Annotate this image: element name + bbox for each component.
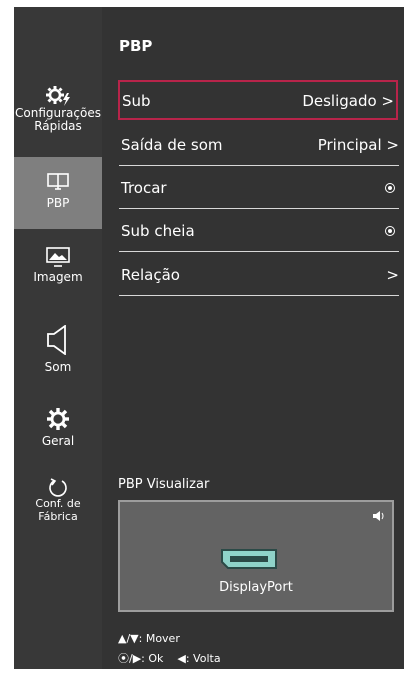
picture-icon (46, 247, 70, 267)
select-dot-icon (385, 226, 395, 236)
menu-row-label: Relação (121, 266, 180, 284)
page-title: PBP (119, 37, 153, 55)
menu-row-label: Saída de som (121, 136, 223, 154)
displayport-icon (221, 549, 277, 569)
menu-row-label: Sub cheia (121, 222, 195, 240)
legend-ok-back: ⦿/▶: Ok ◀: Volta (118, 652, 221, 665)
menu-row-ratio[interactable]: Relação > (119, 256, 399, 296)
menu-row-swap[interactable]: Trocar (119, 169, 399, 209)
sidebar-item-factory-reset[interactable]: Conf. de Fábrica (14, 477, 102, 527)
select-dot-icon (385, 183, 395, 193)
menu-row-sub[interactable]: Sub Desligado > (118, 80, 398, 120)
sidebar-item-sound[interactable]: Som (14, 325, 102, 385)
key-legend: ▲/▼: Mover ⦿/▶: Ok ◀: Volta (118, 629, 221, 669)
sidebar: Configurações Rápidas PBP Imagem Som Ger… (14, 7, 102, 669)
sidebar-item-label: Imagem (33, 270, 83, 284)
preview-label: PBP Visualizar (118, 477, 210, 492)
pbp-screen-icon (47, 173, 69, 190)
menu-row-value: > (386, 266, 399, 284)
sidebar-item-label: PBP (46, 196, 70, 210)
sidebar-item-quick-settings[interactable]: Configurações Rápidas (14, 85, 102, 157)
menu-row-label: Trocar (121, 179, 167, 197)
sidebar-item-label: Conf. de Fábrica (35, 497, 81, 523)
sidebar-item-picture[interactable]: Imagem (14, 247, 102, 307)
pbp-preview: DisplayPort (118, 500, 394, 612)
sidebar-item-label-line2: Rápidas (34, 119, 82, 133)
sidebar-item-label: Geral (41, 434, 75, 448)
legend-move: ▲/▼: Mover (118, 632, 180, 645)
menu-row-label: Sub (122, 92, 151, 110)
menu-row-value: Principal > (317, 136, 399, 154)
preview-source-label: DisplayPort (219, 580, 293, 595)
sidebar-item-general[interactable]: Geral (14, 407, 102, 467)
sidebar-item-pbp[interactable]: PBP (14, 157, 102, 229)
gear-icon (47, 408, 69, 430)
speaker-icon (47, 325, 66, 355)
osd-window: Configurações Rápidas PBP Imagem Som Ger… (14, 7, 404, 669)
menu-row-full-sub[interactable]: Sub cheia (119, 212, 399, 252)
menu-row-value: Desligado > (302, 92, 394, 110)
speaker-icon (372, 510, 386, 525)
reset-icon (49, 478, 67, 497)
menu-row-audio-output[interactable]: Saída de som Principal > (119, 126, 399, 166)
sidebar-item-label: Som (44, 360, 72, 374)
gear-flash-icon (46, 86, 70, 106)
